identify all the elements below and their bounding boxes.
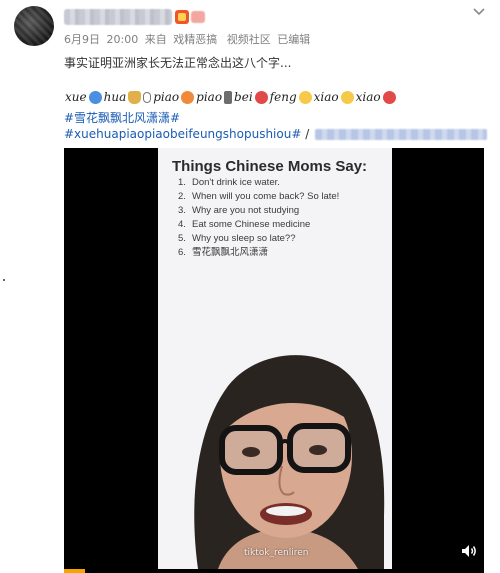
video-progress-fill bbox=[64, 569, 85, 573]
heart-emoji-icon bbox=[382, 90, 396, 104]
emoji-word: bei bbox=[234, 90, 253, 104]
video-list: 1. Don't drink ice water. 2. When will you… bbox=[178, 176, 339, 260]
emoji-word: piao bbox=[153, 90, 180, 104]
avatar[interactable] bbox=[14, 6, 54, 46]
devil-emoji-icon bbox=[254, 90, 268, 104]
video-list-item: 3. Why are you not studying bbox=[178, 205, 300, 216]
cat-emoji-icon bbox=[181, 90, 195, 104]
post-text: 事实证明亚洲家长无法正常念出这八个字... bbox=[64, 56, 292, 70]
topic-line-2: #xuehuapiaopiaobeifeungshopushiou# / bbox=[64, 127, 488, 141]
post-date[interactable]: 6月9日 bbox=[64, 33, 100, 46]
volume-icon[interactable] bbox=[461, 544, 477, 558]
emoji-line: xue hua piao piao bei feng xiao xiao bbox=[64, 88, 397, 106]
emoji-word: xue bbox=[65, 90, 87, 104]
edited-label[interactable]: 已编辑 bbox=[277, 33, 310, 46]
chevron-down-icon[interactable] bbox=[471, 6, 487, 18]
tool-emoji-icon bbox=[224, 90, 233, 104]
video-title-text: Things Chinese Moms Say: bbox=[172, 158, 368, 175]
emoji-word: xiao bbox=[313, 90, 339, 104]
video-progress-bar[interactable] bbox=[64, 569, 484, 573]
video-list-item: 2. When will you come back? So late! bbox=[178, 191, 340, 202]
topic-link-1[interactable]: #雪花飘飘北风潇潇# bbox=[64, 109, 180, 126]
video-frame[interactable]: Things Chinese Moms Say: 1. Don't drink i… bbox=[158, 148, 392, 569]
emoji-word: hua bbox=[103, 90, 127, 104]
blurred-link[interactable] bbox=[315, 129, 488, 140]
user-badge-blurred bbox=[191, 11, 205, 23]
topic-separator: / bbox=[301, 127, 310, 141]
username-blurred[interactable] bbox=[64, 9, 172, 25]
via-label: 来自 bbox=[144, 33, 167, 46]
emoji-word: feng bbox=[269, 90, 297, 104]
face-emoji-icon bbox=[88, 90, 102, 104]
post-time[interactable]: 20:00 bbox=[107, 33, 139, 46]
person-image bbox=[194, 355, 385, 569]
video-list-item: 4. Eat some Chinese medicine bbox=[178, 219, 311, 230]
emoji-word: xiao bbox=[355, 90, 381, 104]
squiggle-emoji-icon bbox=[143, 91, 152, 103]
person-emoji-icon bbox=[128, 90, 142, 104]
smile-emoji-icon bbox=[298, 90, 312, 104]
post-channel[interactable]: 视频社区 bbox=[227, 33, 271, 46]
video-list-item: 6. 雪花飘飘北风潇潇 bbox=[178, 247, 269, 258]
video-player[interactable]: Things Chinese Moms Say: 1. Don't drink i… bbox=[64, 148, 484, 569]
emoji-word: piao bbox=[196, 90, 223, 104]
tiktok-watermark: tiktok_renliren bbox=[244, 548, 309, 558]
topic-link-2[interactable]: #xuehuapiaopiaobeifeungshopushiou# bbox=[64, 127, 301, 141]
video-list-item: 1. Don't drink ice water. bbox=[178, 177, 280, 188]
vip-badge-icon bbox=[175, 10, 189, 24]
video-list-item: 5. Why you sleep so late?? bbox=[178, 233, 296, 244]
post-source[interactable]: 戏精恶搞 bbox=[173, 33, 217, 46]
bullet-dot bbox=[3, 279, 5, 281]
post-meta: 6月9日 20:00 来自 戏精恶搞 视频社区 已编辑 bbox=[64, 31, 313, 47]
cat-smile-emoji-icon bbox=[340, 90, 354, 104]
